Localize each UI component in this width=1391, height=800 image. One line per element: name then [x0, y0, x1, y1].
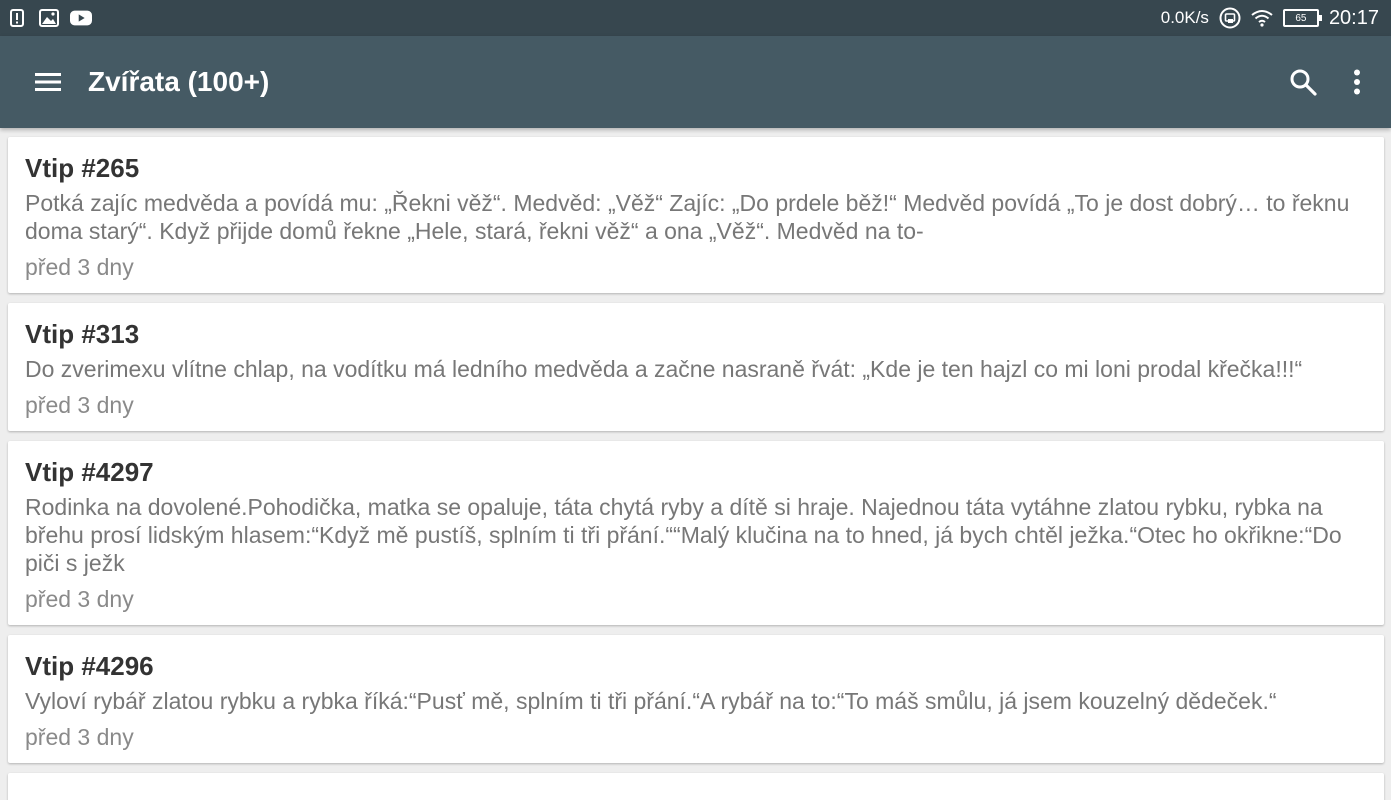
page-title: Zvířata (100+): [88, 66, 270, 97]
more-vert-icon[interactable]: [1337, 62, 1377, 102]
search-icon[interactable]: [1283, 62, 1323, 102]
wifi-icon: [1251, 8, 1273, 28]
data-saver-icon: [1219, 7, 1241, 29]
joke-title: Vtip #4297: [25, 457, 154, 487]
joke-date: před 3 dny: [25, 586, 134, 612]
hamburger-menu-icon[interactable]: [28, 62, 68, 102]
joke-date: před 3 dny: [25, 392, 134, 418]
image-icon: [38, 8, 60, 28]
joke-text: Do zverimexu vlítne chlap, na vodítku má…: [25, 356, 1303, 382]
net-speed: 0.0K/s: [1160, 8, 1209, 27]
joke-title: Vtip #265: [25, 153, 140, 183]
joke-date: před 3 dny: [25, 254, 134, 280]
joke-text: Potká zajíc medvěda a povídá mu: „Řekni …: [25, 190, 1350, 244]
alert-icon: [6, 8, 28, 28]
joke-title: Vtip #4296: [25, 651, 154, 681]
joke-list: Vtip #265 Potká zajíc medvěda a povídá m…: [8, 137, 1384, 800]
joke-card[interactable]: Vtip #4296 Vyloví rybář zlatou rybku a r…: [8, 635, 1384, 763]
status-bar: 0.0K/s 65 20:17: [0, 0, 1391, 36]
battery-level: 65: [1295, 12, 1307, 24]
joke-card-partial[interactable]: [8, 773, 1384, 800]
joke-card[interactable]: Vtip #265 Potká zajíc medvěda a povídá m…: [8, 137, 1384, 293]
status-bar-system: 0.0K/s 65 20:17: [1161, 7, 1379, 30]
joke-text: Vyloví rybář zlatou rybku a rybka říká:“…: [25, 688, 1277, 714]
joke-title: Vtip #313: [25, 319, 140, 349]
clock: 20:17: [1328, 6, 1379, 29]
youtube-icon: [70, 8, 92, 28]
battery-icon: 65: [1282, 9, 1322, 27]
app-bar: Zvířata (100+): [0, 36, 1391, 128]
joke-card[interactable]: Vtip #4297 Rodinka na dovolené.Pohodička…: [8, 441, 1384, 625]
joke-card[interactable]: Vtip #313 Do zverimexu vlítne chlap, na …: [8, 303, 1384, 431]
joke-text: Rodinka na dovolené.Pohodička, matka se …: [25, 494, 1342, 576]
status-bar-notifications: [6, 8, 92, 28]
app-bar-actions: [1283, 62, 1377, 102]
joke-date: před 3 dny: [25, 724, 134, 750]
